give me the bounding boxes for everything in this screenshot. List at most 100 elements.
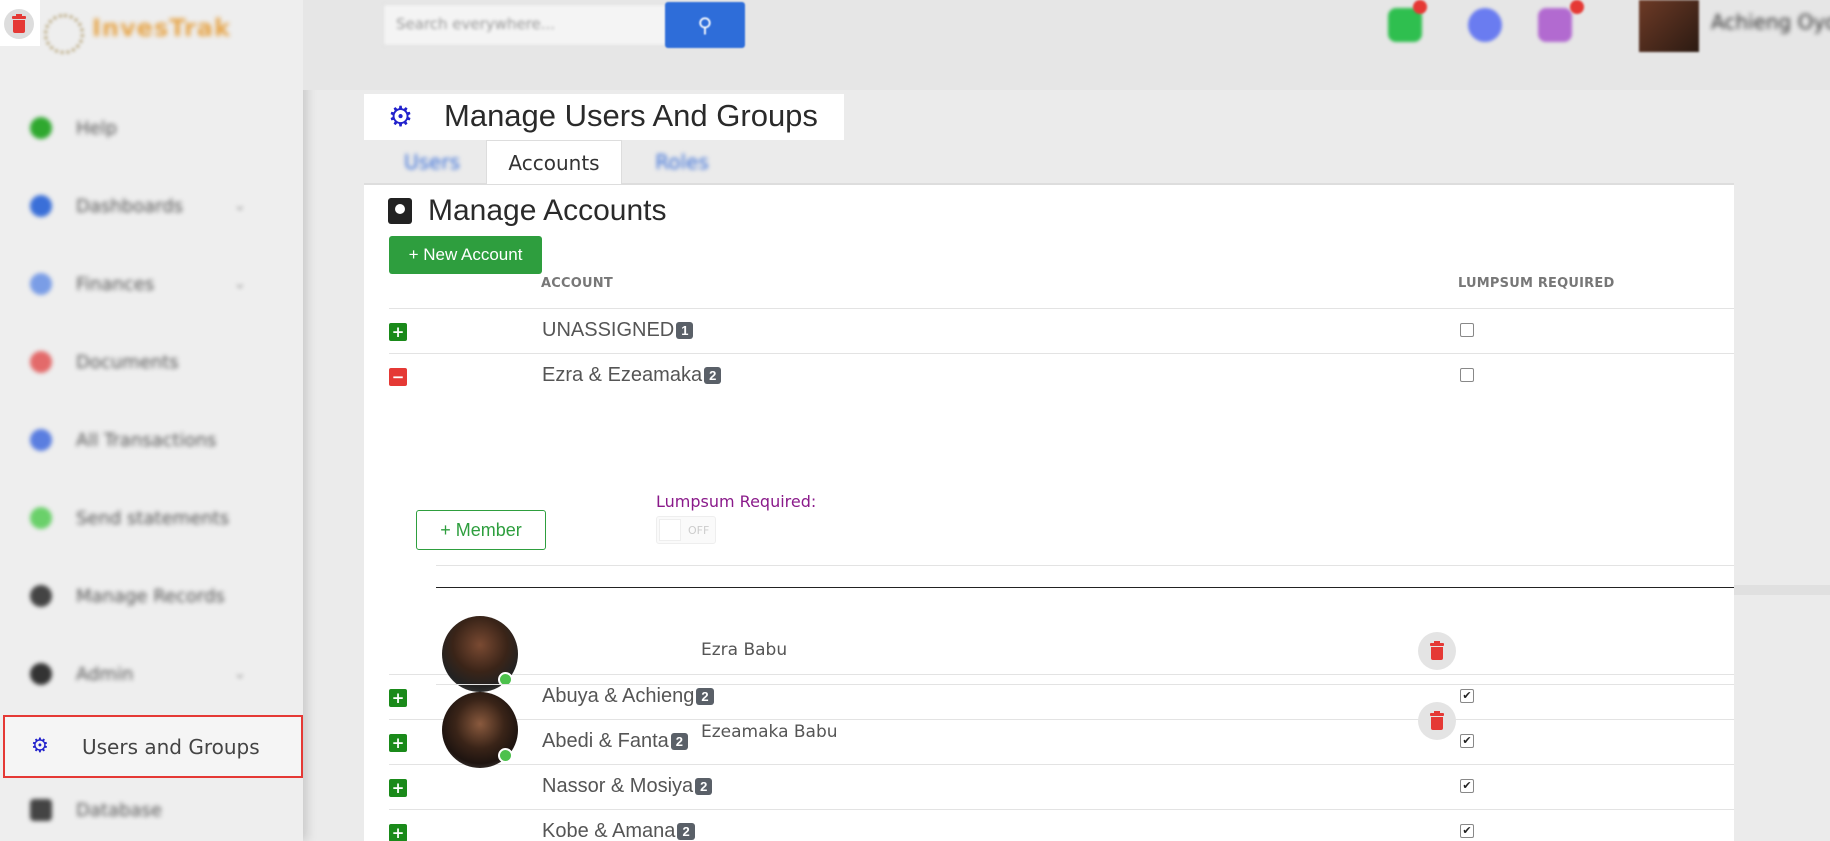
- lumpsum-checkbox[interactable]: [1460, 323, 1474, 337]
- main-panel: ⚙ Manage Users And Groups Users Accounts…: [364, 94, 1830, 841]
- lumpsum-checkbox[interactable]: ✔: [1460, 824, 1474, 838]
- help-icon: [30, 117, 52, 139]
- table-row: − Ezra & Ezeamaka 2: [389, 353, 1734, 398]
- lumpsum-checkbox[interactable]: [1460, 368, 1474, 382]
- users-cog-icon: ⚙: [31, 733, 49, 757]
- sidebar-item-database[interactable]: Database: [0, 780, 303, 840]
- account-name-text: UNASSIGNED: [542, 319, 675, 341]
- chevron-down-icon: ⌄: [234, 198, 246, 214]
- transactions-icon: [30, 429, 52, 451]
- lumpsum-label: Lumpsum Required:: [656, 492, 817, 511]
- table-row: + Kobe & Amana 2 ✔: [389, 809, 1734, 841]
- sidebar-item-label: Help: [76, 117, 118, 139]
- sidebar: InvesTrak Help Dashboards ⌄ Finances ⌄ Docume…: [0, 0, 303, 841]
- page-title: Manage Users And Groups: [444, 98, 818, 133]
- member-count-badge: 2: [695, 778, 713, 795]
- sidebar-item-label: Admin: [76, 663, 134, 685]
- sidebar-item-label: Dashboards: [76, 195, 184, 217]
- account-name: Kobe & Amana 2: [542, 820, 695, 841]
- account-name-text: Nassor & Mosiya: [542, 775, 694, 797]
- sidebar-item-all-transactions[interactable]: All Transactions: [0, 410, 303, 470]
- new-account-button[interactable]: + New Account: [389, 236, 542, 274]
- add-member-label: + Member: [440, 519, 522, 540]
- statements-icon: [30, 507, 52, 529]
- expand-icon[interactable]: +: [389, 689, 407, 707]
- table-row: + UNASSIGNED 1: [389, 308, 1734, 353]
- section-title: Manage Accounts: [388, 194, 667, 228]
- member-row: Ezeamaka Babu: [436, 686, 1734, 772]
- top-bar: Search everywhere... ⚲ Achieng Oyoo: [303, 0, 1830, 90]
- user-name[interactable]: Achieng Oyoo: [1711, 10, 1830, 34]
- trash-icon: [1430, 710, 1444, 730]
- sidebar-item-label: Users and Groups: [82, 735, 260, 759]
- member-name: Ezeamaka Babu: [701, 722, 838, 742]
- admin-icon: [30, 663, 52, 685]
- trash-icon[interactable]: [4, 9, 34, 39]
- collapse-icon[interactable]: −: [389, 368, 407, 386]
- logo-icon: [44, 14, 84, 54]
- delete-member-button[interactable]: [1418, 702, 1456, 740]
- sidebar-item-label: Database: [76, 799, 162, 821]
- documents-icon: [30, 351, 52, 373]
- member-name: Ezra Babu: [701, 640, 788, 660]
- chevron-down-icon: ⌄: [234, 276, 246, 292]
- search-button[interactable]: ⚲: [665, 2, 745, 48]
- divider: [436, 684, 1734, 685]
- logo-text: InvesTrak: [92, 14, 231, 42]
- column-header-account: ACCOUNT: [541, 276, 613, 291]
- divider: [436, 565, 1734, 566]
- sidebar-item-help[interactable]: Help: [0, 98, 303, 158]
- users-cog-icon: ⚙: [388, 100, 414, 133]
- expand-icon[interactable]: +: [389, 734, 407, 752]
- chevron-down-icon: ⌄: [234, 666, 246, 682]
- sidebar-item-documents[interactable]: Documents: [0, 332, 303, 392]
- documents-icon[interactable]: [1538, 8, 1572, 42]
- dashboard-icon: [30, 195, 52, 217]
- sidebar-item-label: Finances: [76, 273, 155, 295]
- expand-icon[interactable]: +: [389, 323, 407, 341]
- sidebar-item-users-and-groups[interactable]: ⚙ Users and Groups: [3, 715, 303, 778]
- search-icon: ⚲: [697, 13, 713, 37]
- tab-users[interactable]: Users: [392, 140, 472, 184]
- tab-roles[interactable]: Roles: [632, 140, 732, 184]
- finances-icon: [30, 273, 52, 295]
- sidebar-item-manage-records[interactable]: Manage Records: [0, 566, 303, 626]
- tab-accounts[interactable]: Accounts: [486, 140, 622, 185]
- divider: [436, 587, 1734, 588]
- member-count-badge: 2: [677, 823, 695, 840]
- account-name-text: Ezra & Ezeamaka: [542, 364, 703, 386]
- lumpsum-checkbox[interactable]: ✔: [1460, 779, 1474, 793]
- expand-icon[interactable]: +: [389, 779, 407, 797]
- accounts-panel: Manage Accounts + New Account ACCOUNT LU…: [364, 184, 1734, 841]
- contact-card-icon: [388, 198, 412, 224]
- floating-delete[interactable]: [0, 0, 40, 46]
- expand-icon[interactable]: +: [389, 824, 407, 841]
- sidebar-item-label: Documents: [76, 351, 179, 373]
- search-input[interactable]: Search everywhere...: [383, 4, 673, 46]
- add-member-button[interactable]: + Member: [416, 510, 546, 550]
- records-icon: [30, 585, 52, 607]
- sidebar-item-label: All Transactions: [76, 429, 217, 451]
- member-count-badge: 2: [704, 367, 722, 384]
- database-icon: [30, 799, 52, 821]
- section-title-text: Manage Accounts: [428, 194, 667, 227]
- logo-area: InvesTrak: [0, 0, 303, 70]
- sidebar-item-finances[interactable]: Finances ⌄: [0, 254, 303, 314]
- bell-icon[interactable]: [1468, 8, 1502, 42]
- divider: [364, 184, 1734, 185]
- delete-member-button[interactable]: [1418, 632, 1456, 670]
- account-name: UNASSIGNED 1: [542, 319, 694, 342]
- scrollbar[interactable]: [1734, 585, 1830, 595]
- account-name: Nassor & Mosiya 2: [542, 775, 713, 798]
- avatar[interactable]: [1639, 0, 1699, 52]
- page-header: ⚙ Manage Users And Groups: [364, 94, 844, 140]
- sidebar-item-admin[interactable]: Admin ⌄: [0, 644, 303, 704]
- toggle-knob: [659, 519, 681, 541]
- sidebar-item-send-statements[interactable]: Send statements: [0, 488, 303, 548]
- account-name: Ezra & Ezeamaka 2: [542, 364, 722, 387]
- tab-bar: Users Accounts Roles: [364, 140, 1734, 185]
- lumpsum-toggle[interactable]: OFF: [656, 516, 716, 544]
- column-header-lumpsum: LUMPSUM REQUIRED: [1458, 276, 1615, 291]
- sidebar-item-dashboards[interactable]: Dashboards ⌄: [0, 176, 303, 236]
- notification-badge: [1570, 0, 1584, 14]
